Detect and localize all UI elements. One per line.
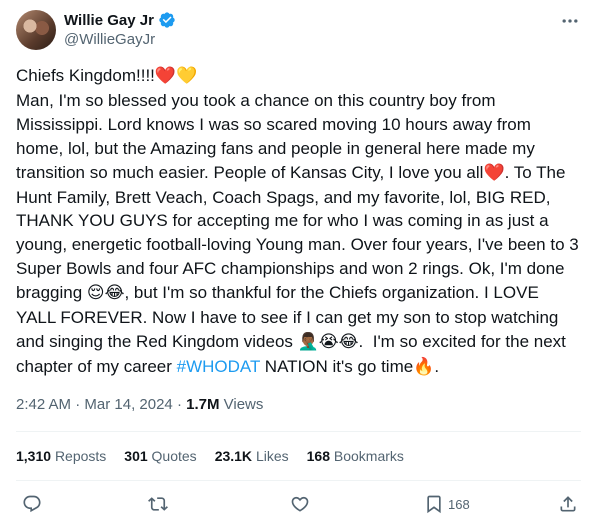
share-button[interactable]	[558, 494, 578, 514]
more-options-button[interactable]	[559, 10, 581, 32]
views-count[interactable]: 1.7M	[186, 396, 219, 413]
meta-separator: ·	[71, 396, 85, 413]
divider-2	[16, 480, 581, 481]
bookmark-icon	[427, 495, 441, 514]
tweet-time[interactable]: 2:42 AM	[16, 396, 71, 413]
author-handle[interactable]: @WillieGayJr	[64, 31, 155, 48]
likes-label: Likes	[255, 448, 289, 464]
emoji: ❤️	[483, 162, 505, 183]
quotes-label: Quotes	[151, 448, 197, 464]
tweet-text: Chiefs Kingdom!!!!❤️💛 Man, I'm so blesse…	[16, 64, 582, 380]
reposts-stat[interactable]: 1,310 Reposts	[16, 448, 106, 464]
verified-badge-icon	[159, 12, 175, 28]
tweet-text-segment: Chiefs Kingdom!!!!	[16, 66, 155, 85]
bookmarks-label: Bookmarks	[333, 448, 404, 464]
bookmarks-count: 168	[306, 448, 330, 464]
quotes-stat[interactable]: 301 Quotes	[124, 448, 196, 464]
likes-stat[interactable]: 23.1K Likes	[215, 448, 289, 464]
meta-separator-2: ·	[172, 396, 187, 413]
author-name-row: Willie Gay Jr	[64, 11, 176, 29]
like-button[interactable]	[290, 494, 310, 514]
more-icon	[562, 19, 578, 23]
avatar[interactable]	[16, 10, 56, 50]
reposts-count: 1,310	[16, 448, 52, 464]
emoji: 😌😂	[86, 283, 125, 304]
reply-icon	[23, 495, 41, 513]
tweet-date[interactable]: Mar 14, 2024	[84, 396, 172, 413]
tweet-text-segment: . To The Hunt Family, Brett Veach, Coach…	[16, 162, 584, 303]
repost-button[interactable]	[148, 494, 168, 514]
emoji: 🤦🏾‍♂️😭😂	[297, 331, 359, 352]
views-label: Views	[219, 396, 264, 413]
bookmark-count: 168	[448, 496, 470, 512]
quotes-count: 301	[124, 448, 148, 464]
emoji: 💛	[176, 66, 198, 86]
share-icon	[560, 496, 576, 512]
likes-count: 23.1K	[214, 448, 253, 464]
repost-icon	[148, 497, 168, 511]
tweet-text-segment: Man, I'm so blessed you took a chance on…	[16, 90, 535, 182]
emoji: ❤️	[154, 66, 177, 86]
reposts-label: Reposts	[54, 448, 107, 464]
bookmark-button[interactable]: 168	[424, 494, 470, 514]
tweet-text-segment: NATION it's go time	[260, 356, 414, 376]
divider	[16, 431, 581, 432]
hashtag-link[interactable]: #WHODAT	[177, 357, 260, 376]
reply-button[interactable]	[22, 494, 42, 514]
engagement-stats: 1,310 Reposts 301 Quotes 23.1K Likes 168…	[16, 448, 404, 464]
tweet-text-segment: .	[434, 356, 440, 376]
like-icon	[291, 496, 309, 512]
tweet-meta: 2:42 AM · Mar 14, 2024 · 1.7M Views	[16, 396, 263, 413]
emoji: 🔥	[413, 356, 435, 377]
action-bar: 168	[0, 488, 597, 524]
author-display-name[interactable]: Willie Gay Jr	[64, 12, 154, 29]
bookmarks-stat[interactable]: 168 Bookmarks	[307, 448, 404, 464]
